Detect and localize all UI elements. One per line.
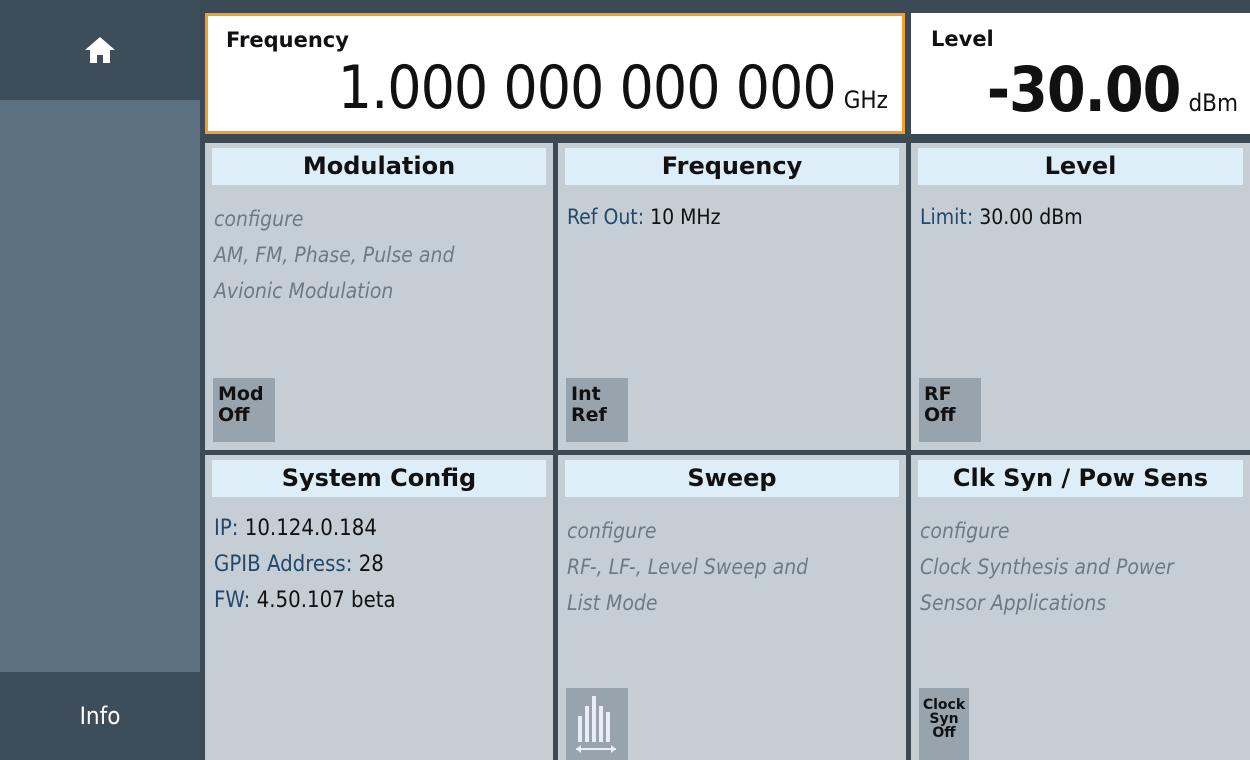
tile-system-config-title: System Config: [212, 460, 546, 497]
tile-level[interactable]: Level Limit: 30.00 dBm RF Off: [911, 143, 1250, 450]
modulation-desc-line3: Avionic Modulation: [214, 279, 394, 303]
sweep-icon: [576, 696, 616, 753]
clk-desc-line1: configure: [920, 519, 1010, 543]
tile-system-config[interactable]: System Config IP: 10.124.0.184 GPIB Addr…: [205, 455, 553, 760]
sweep-desc-line2: RF-, LF-, Level Sweep and: [567, 555, 809, 579]
info-button[interactable]: Info: [0, 672, 200, 760]
gpib-value: 28: [358, 552, 384, 577]
tile-frequency[interactable]: Frequency Ref Out: 10 MHz Int Ref: [558, 143, 906, 450]
tile-sweep-title: Sweep: [565, 460, 899, 497]
tile-frequency-info: Ref Out: 10 MHz: [567, 200, 900, 234]
int-ref-button[interactable]: Int Ref: [566, 378, 628, 442]
sweep-button[interactable]: [566, 688, 628, 760]
clk-desc-line3: Sensor Applications: [920, 591, 1107, 615]
modulation-desc-line1: configure: [214, 207, 304, 231]
status-bar: Frequency 1.000 000 000 000 GHz Level -3…: [200, 0, 1250, 143]
mod-off-button[interactable]: Mod Off: [213, 378, 275, 442]
int-ref-line1: Int: [571, 383, 601, 405]
rf-off-line2: Off: [924, 404, 956, 426]
ref-out-value: 10 MHz: [650, 205, 721, 229]
tile-clk-syn-description: configure Clock Synthesis and Power Sens…: [920, 513, 1244, 621]
mod-off-line1: Mod: [218, 383, 264, 405]
main-area: Frequency 1.000 000 000 000 GHz Level -3…: [200, 0, 1250, 760]
tile-sweep-description: configure RF-, LF-, Level Sweep and List…: [567, 513, 900, 621]
clk-desc-line2: Clock Synthesis and Power: [920, 555, 1174, 579]
home-icon: [85, 37, 115, 63]
frequency-value: 1.000 000 000 000: [337, 53, 837, 123]
rf-off-button[interactable]: RF Off: [919, 378, 981, 442]
ip-key: IP:: [214, 516, 239, 541]
frequency-unit: GHz: [843, 86, 888, 114]
home-button[interactable]: [0, 0, 200, 100]
gpib-row: GPIB Address: 28: [214, 547, 547, 583]
limit-value: 30.00 dBm: [979, 205, 1083, 229]
tile-system-config-info: IP: 10.124.0.184 GPIB Address: 28 FW: 4.…: [214, 511, 547, 619]
frequency-label: Frequency: [226, 28, 349, 52]
int-ref-line2: Ref: [571, 404, 607, 426]
clock-syn-off-button[interactable]: Clock Syn Off: [919, 688, 969, 760]
gpib-key: GPIB Address:: [214, 552, 353, 577]
level-value: -30.00: [986, 53, 1182, 126]
level-display[interactable]: Level -30.00 dBm: [911, 13, 1250, 134]
tile-modulation[interactable]: Modulation configure AM, FM, Phase, Puls…: [205, 143, 553, 450]
rf-off-line1: RF: [924, 383, 952, 405]
ref-out-key: Ref Out:: [567, 205, 645, 229]
fw-row: FW: 4.50.107 beta: [214, 583, 547, 619]
sidebar: Info: [0, 0, 200, 760]
info-label: Info: [79, 702, 121, 730]
modulation-desc-line2: AM, FM, Phase, Pulse and: [214, 243, 455, 267]
level-unit: dBm: [1188, 89, 1238, 117]
tile-modulation-description: configure AM, FM, Phase, Pulse and Avion…: [214, 201, 547, 309]
tile-level-info: Limit: 30.00 dBm: [920, 200, 1244, 234]
fw-value: 4.50.107 beta: [256, 588, 396, 613]
fw-key: FW:: [214, 588, 251, 613]
sweep-desc-line3: List Mode: [567, 591, 658, 615]
tile-level-title: Level: [918, 148, 1243, 185]
tile-modulation-title: Modulation: [212, 148, 546, 185]
clock-syn-line1: Clock: [922, 697, 966, 713]
ip-row: IP: 10.124.0.184: [214, 511, 547, 547]
frequency-display[interactable]: Frequency 1.000 000 000 000 GHz: [205, 13, 905, 134]
tile-clk-syn-title: Clk Syn / Pow Sens: [918, 460, 1243, 497]
clock-syn-line3: Off: [932, 725, 956, 741]
mod-off-line2: Off: [218, 404, 250, 426]
tile-frequency-title: Frequency: [565, 148, 899, 185]
clock-syn-line2: Syn: [929, 711, 959, 727]
level-label: Level: [931, 27, 994, 51]
limit-key: Limit:: [920, 205, 974, 229]
ip-value: 10.124.0.184: [244, 516, 377, 541]
tile-sweep[interactable]: Sweep configure RF-, LF-, Level Sweep an…: [558, 455, 906, 760]
tile-clk-syn-pow-sens[interactable]: Clk Syn / Pow Sens configure Clock Synth…: [911, 455, 1250, 760]
sweep-desc-line1: configure: [567, 519, 657, 543]
